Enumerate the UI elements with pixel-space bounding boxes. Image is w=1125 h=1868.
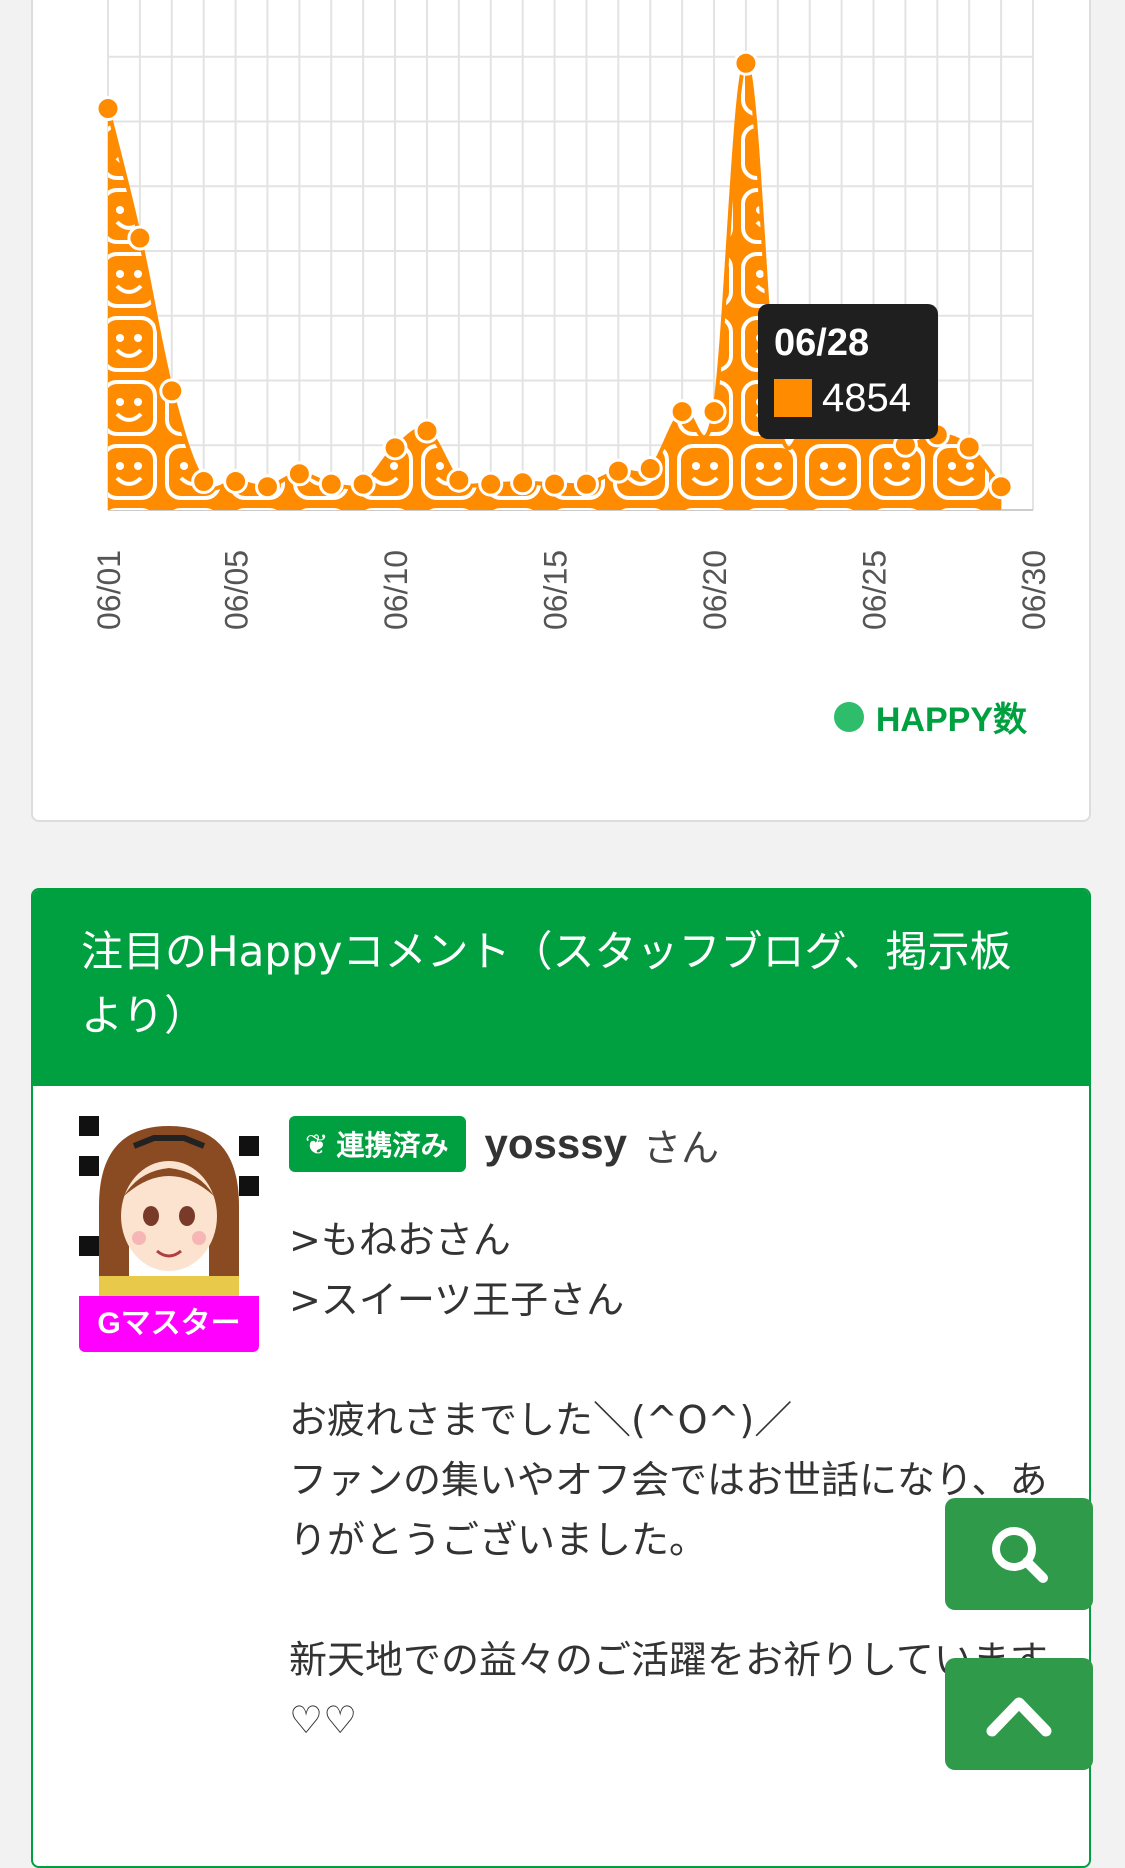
x-tick-label: 06/01 (91, 550, 127, 630)
data-point[interactable] (605, 458, 631, 484)
happy-chart-card: 06/01 06/05 06/10 06/15 06/20 06/25 06/30 HAPP… (31, 0, 1091, 822)
tooltip-date: 06/28 (774, 322, 870, 364)
avatar-rank-badge: Gマスター (79, 1296, 259, 1352)
data-point[interactable] (286, 461, 312, 487)
user-avatar-block[interactable]: Gマスター (79, 1116, 259, 1352)
data-point[interactable] (956, 434, 982, 460)
happy-comment-card: 注目のHappyコメント（スタッフブログ、掲示板より） Gマスター ❦ 連携済み… (31, 888, 1091, 1868)
data-point[interactable] (350, 471, 376, 497)
leaf-icon: ❦ (305, 1127, 329, 1161)
comment-user-line: ❦ 連携済み yosssy さん (289, 1116, 719, 1172)
linked-badge: ❦ 連携済み (289, 1116, 467, 1172)
data-point[interactable] (254, 474, 280, 500)
data-point[interactable] (542, 471, 568, 497)
chevron-up-icon (986, 1697, 1052, 1737)
x-tick-label: 06/30 (1016, 550, 1052, 630)
comment-body: >もねおさん >スイーツ王子さん お疲れさまでした＼(^O^)／ ファンの集いや… (289, 1218, 1048, 1742)
legend-label: HAPPY数 (875, 701, 1027, 739)
data-point[interactable] (159, 378, 185, 404)
x-tick-label: 06/15 (538, 550, 574, 630)
chart-legend: HAPPY数 (833, 692, 1027, 741)
legend-dot-icon (833, 701, 864, 732)
data-point[interactable] (988, 474, 1014, 500)
search-icon (992, 1527, 1048, 1583)
tooltip-value: 4854 (822, 376, 911, 420)
x-tick-label: 06/10 (378, 550, 414, 630)
avatar[interactable] (79, 1116, 259, 1296)
data-point[interactable] (446, 467, 472, 493)
x-tick-label: 06/25 (857, 550, 893, 630)
avatar-image (79, 1116, 259, 1296)
data-point[interactable] (510, 470, 536, 496)
x-tick-label: 06/05 (219, 550, 255, 630)
x-tick-label: 06/20 (697, 550, 733, 630)
data-point[interactable] (414, 418, 440, 444)
data-point[interactable] (733, 50, 759, 76)
username-link[interactable]: yosssy (484, 1120, 626, 1168)
data-point[interactable] (382, 435, 408, 461)
data-point[interactable] (127, 225, 153, 251)
data-point[interactable] (669, 399, 695, 425)
comment-section-title: 注目のHappyコメント（スタッフブログ、掲示板より） (33, 890, 1089, 1086)
chart-tooltip: 06/28 4854 (758, 304, 938, 439)
data-point[interactable] (701, 399, 727, 425)
x-axis-ticks: 06/01 06/05 06/10 06/15 06/20 06/25 06/30 (91, 550, 1052, 630)
tooltip-swatch-icon (774, 379, 812, 417)
data-point[interactable] (637, 456, 663, 482)
linked-badge-label: 連携済み (336, 1129, 449, 1162)
data-point[interactable] (573, 471, 599, 497)
data-point[interactable] (478, 471, 504, 497)
data-point[interactable] (95, 96, 121, 122)
data-point[interactable] (223, 469, 249, 495)
username-honorific: さん (642, 1125, 719, 1170)
back-to-top-button[interactable] (945, 1658, 1093, 1770)
search-button[interactable] (945, 1498, 1093, 1610)
data-point[interactable] (191, 469, 217, 495)
data-point[interactable] (318, 471, 344, 497)
